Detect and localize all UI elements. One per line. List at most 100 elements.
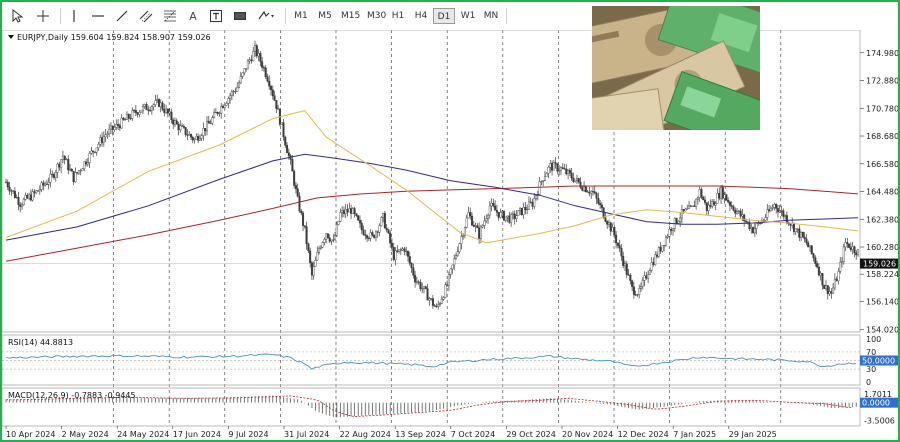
text-label-icon[interactable] <box>208 7 224 25</box>
candle-body <box>515 215 518 219</box>
candle-body <box>378 225 381 233</box>
last-price-tag: 159.026 <box>860 258 898 269</box>
candle-body <box>334 235 337 240</box>
candle-body <box>652 262 655 266</box>
candle-body <box>823 284 826 289</box>
text-tool-button[interactable]: A <box>186 7 200 25</box>
candle-body <box>458 243 461 252</box>
candle-body <box>810 245 813 254</box>
arrows-dropdown-icon[interactable] <box>256 7 278 25</box>
candle-body <box>792 223 795 232</box>
trendline-icon[interactable] <box>114 7 130 25</box>
candle-body <box>364 234 367 236</box>
timeframe-m30[interactable]: M30 <box>364 8 388 24</box>
candle-body <box>99 137 102 145</box>
candle-body <box>175 120 178 125</box>
candle-body <box>826 285 829 295</box>
price-tick-label: 172.880 <box>866 77 898 86</box>
candle-body <box>622 255 625 266</box>
candle-body <box>814 257 817 264</box>
candle-body <box>108 128 111 135</box>
candle-body <box>17 197 20 205</box>
candle-body <box>51 173 54 175</box>
candle-body <box>807 242 810 248</box>
timeframe-m15[interactable]: M15 <box>338 8 362 24</box>
candle-body <box>462 235 465 237</box>
vertical-line-icon[interactable] <box>66 7 82 25</box>
candle-body <box>590 191 593 194</box>
candle-body <box>711 201 714 207</box>
candle-body <box>720 187 723 199</box>
candle-body <box>627 274 630 276</box>
candle-body <box>421 288 424 290</box>
candle-body <box>451 264 454 270</box>
candle-body <box>527 201 530 210</box>
candle-body <box>737 210 740 212</box>
candle-body <box>739 210 742 217</box>
candle-body <box>545 173 548 177</box>
candle-body <box>410 263 413 268</box>
candle-body <box>647 274 650 279</box>
candle-body <box>33 191 36 194</box>
candle-body <box>45 183 48 185</box>
candle-body <box>286 145 289 153</box>
candle-body <box>124 119 127 121</box>
candle-body <box>648 269 651 275</box>
candle-body <box>360 222 363 231</box>
candle-body <box>817 266 820 276</box>
candle-body <box>284 136 287 146</box>
candle-body <box>639 286 642 289</box>
candle-body <box>778 210 781 213</box>
candle-body <box>374 231 377 238</box>
crosshair-icon[interactable] <box>34 7 52 25</box>
timeframe-m5[interactable]: M5 <box>314 8 336 24</box>
candle-body <box>638 288 641 295</box>
candle-body <box>305 226 308 245</box>
candle-body <box>294 185 297 190</box>
candle-body <box>848 243 851 248</box>
candle-body <box>506 215 509 218</box>
candle-body <box>835 278 838 282</box>
fibonacci-retracement-icon[interactable] <box>162 7 178 25</box>
candle-body <box>584 186 587 192</box>
candle-body <box>789 223 792 226</box>
time-tick-label: 9 Jul 2024 <box>228 430 268 439</box>
timeframe-mn[interactable]: MN <box>480 8 502 24</box>
candle-body <box>367 237 370 239</box>
time-tick-label: 2 May 2024 <box>62 430 109 439</box>
candle-body <box>67 159 70 171</box>
price-chart[interactable]: 174.980 172.880 170.780 168.680 166.580 164.4… <box>2 30 898 440</box>
horizontal-line-icon[interactable] <box>90 7 106 25</box>
candle-body <box>529 201 532 203</box>
candle-body <box>390 242 393 248</box>
timeframe-m1[interactable]: M1 <box>290 8 312 24</box>
cursor-arrow-icon[interactable] <box>8 7 26 25</box>
candle-body <box>58 163 61 168</box>
candle-body <box>31 191 34 201</box>
candle-body <box>389 232 392 244</box>
equidistant-channel-icon[interactable] <box>138 7 154 25</box>
candle-body <box>380 217 383 226</box>
candle-body <box>255 45 258 57</box>
candle-body <box>631 280 634 287</box>
candle-body <box>752 227 755 234</box>
candle-body <box>504 216 507 221</box>
candle-body <box>394 250 397 260</box>
candle-body <box>728 201 731 206</box>
candle-body <box>222 106 225 109</box>
candle-body <box>759 222 762 224</box>
rectangle-shape-icon[interactable] <box>232 7 248 25</box>
candle-body <box>839 261 842 272</box>
timeframe-d1[interactable]: D1 <box>433 8 455 24</box>
timeframe-h4[interactable]: H4 <box>410 8 432 24</box>
candle-body <box>769 208 772 212</box>
candle-body <box>785 215 788 223</box>
candle-body <box>63 155 66 160</box>
timeframe-h1[interactable]: H1 <box>388 8 408 24</box>
timeframe-w1[interactable]: W1 <box>457 8 479 24</box>
candle-body <box>207 121 210 124</box>
candle-body <box>195 136 198 140</box>
candle-body <box>86 162 89 165</box>
candle-body <box>666 236 669 238</box>
candle-body <box>615 234 618 244</box>
